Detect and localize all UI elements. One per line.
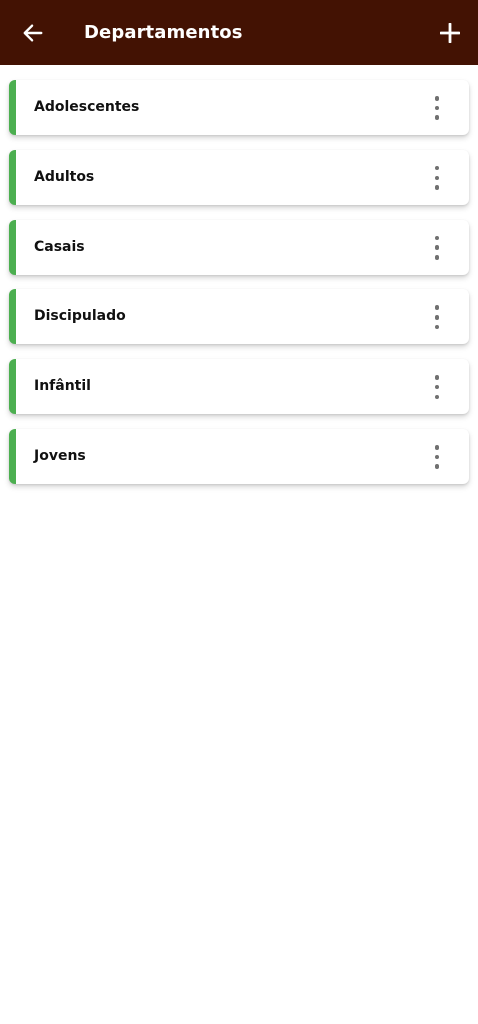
department-item-adultos[interactable]: Adultos bbox=[9, 149, 469, 205]
dot bbox=[434, 375, 440, 380]
dot bbox=[434, 464, 440, 469]
dot bbox=[434, 105, 440, 111]
department-item-infantil[interactable]: Infântil bbox=[9, 359, 469, 415]
department-item-discipulado[interactable]: Discipulado bbox=[9, 289, 469, 345]
dot bbox=[434, 394, 440, 400]
department-label: Jovens bbox=[34, 447, 86, 464]
plus-icon bbox=[440, 23, 460, 43]
arrow-left-icon bbox=[23, 24, 43, 42]
dot bbox=[434, 255, 440, 260]
dot bbox=[434, 384, 440, 390]
department-label: Infântil bbox=[34, 378, 91, 395]
more-options-button[interactable] bbox=[427, 444, 447, 469]
more-options-button[interactable] bbox=[427, 96, 447, 120]
more-options-button[interactable] bbox=[427, 165, 447, 190]
dot bbox=[434, 175, 440, 181]
add-department-button[interactable] bbox=[435, 18, 465, 48]
page-title: Departamentos bbox=[84, 22, 243, 43]
dot bbox=[434, 454, 440, 460]
department-item-jovens[interactable]: Jovens bbox=[9, 428, 469, 484]
dot bbox=[434, 315, 440, 320]
department-item-casais[interactable]: Casais bbox=[9, 219, 469, 275]
department-label: Discipulado bbox=[34, 308, 126, 325]
back-button[interactable] bbox=[18, 18, 48, 48]
department-label: Adultos bbox=[34, 168, 95, 185]
more-options-button[interactable] bbox=[427, 235, 447, 260]
more-options-button[interactable] bbox=[427, 375, 447, 400]
dot bbox=[434, 245, 440, 250]
dot bbox=[434, 305, 440, 310]
app-bar: Departamentos bbox=[0, 0, 478, 65]
dot bbox=[434, 235, 440, 241]
dot bbox=[434, 115, 440, 120]
dot bbox=[434, 165, 440, 171]
department-label: Adolescentes bbox=[34, 99, 140, 115]
department-label: Casais bbox=[34, 238, 85, 255]
more-options-button[interactable] bbox=[427, 305, 447, 330]
dot bbox=[434, 444, 440, 450]
dot bbox=[434, 324, 440, 330]
department-item-adolescentes[interactable]: Adolescentes bbox=[9, 80, 469, 135]
department-list: Adolescentes Adultos Casais Discipulado … bbox=[9, 80, 469, 499]
dot bbox=[434, 185, 440, 190]
dot bbox=[434, 96, 440, 101]
